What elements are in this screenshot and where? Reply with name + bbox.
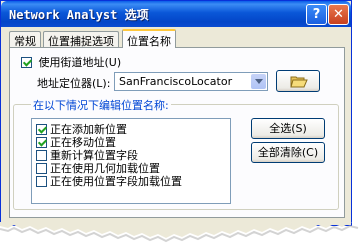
browse-locator-button[interactable]: [276, 70, 320, 92]
group-title: 在以下情况下编辑位置名称:: [31, 97, 171, 113]
open-folder-icon: [290, 76, 308, 88]
list-item[interactable]: 正在使用几何加载位置: [36, 160, 160, 175]
torn-edge-decoration: [0, 222, 359, 243]
street-address-label: 使用街道地址(U): [38, 56, 122, 69]
conditions-list[interactable]: 正在添加新位置 正在移动位置 重新计算位置字段 正在使用几何加载位置 正在使用位…: [31, 118, 231, 204]
condition-checkbox[interactable]: [36, 136, 47, 148]
condition-checkbox[interactable]: [36, 149, 47, 161]
list-item[interactable]: 正在添加新位置: [36, 121, 127, 136]
condition-checkbox[interactable]: [36, 123, 47, 135]
clear-all-button[interactable]: 全部清除(C): [251, 142, 325, 163]
street-address-option[interactable]: 使用街道地址(U): [21, 54, 121, 70]
tab-location-names[interactable]: 位置名称: [122, 29, 176, 48]
street-address-checkbox[interactable]: [21, 56, 32, 68]
list-item[interactable]: 重新计算位置字段: [36, 147, 138, 162]
list-item[interactable]: 正在移动位置: [36, 134, 116, 149]
chevron-down-icon[interactable]: [251, 74, 266, 89]
list-item[interactable]: 正在使用位置字段加载位置: [36, 173, 182, 188]
address-locator-value: SanFranciscoLocator: [119, 75, 233, 88]
condition-label: 正在使用位置字段加载位置: [50, 175, 182, 188]
address-locator-dropdown[interactable]: SanFranciscoLocator: [114, 72, 268, 91]
tab-general[interactable]: 常规: [9, 31, 41, 48]
window-title: Network Analyst 选项: [9, 8, 149, 22]
condition-checkbox[interactable]: [36, 162, 47, 174]
options-dialog: Network Analyst 选项 ? ✕ 常规 位置捕捉选项 位置名称 使用…: [0, 0, 352, 226]
address-locator-label: 地址定位器(L):: [37, 77, 111, 90]
condition-checkbox[interactable]: [36, 175, 47, 187]
tab-snapping-options[interactable]: 位置捕捉选项: [43, 31, 119, 48]
title-bar[interactable]: Network Analyst 选项 ? ✕: [1, 1, 351, 27]
close-button[interactable]: ✕: [328, 4, 349, 25]
help-button[interactable]: ?: [306, 4, 327, 25]
select-all-button[interactable]: 全选(S): [251, 118, 325, 139]
